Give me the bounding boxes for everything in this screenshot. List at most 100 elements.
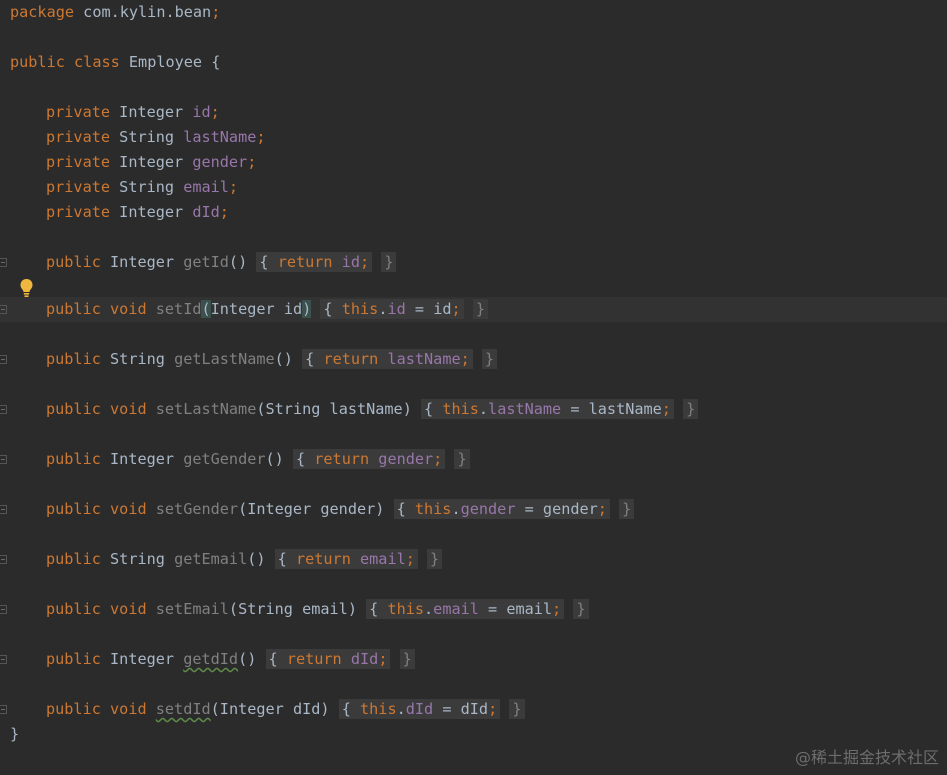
fold-marker-icon[interactable] xyxy=(0,505,7,514)
code-line-package[interactable]: package com.kylin.bean; xyxy=(0,0,947,25)
code-line-method-setlastname[interactable]: public void setLastName(String lastName)… xyxy=(0,397,947,422)
code-line-method-setdid[interactable]: public void setdId(Integer dId) { this.d… xyxy=(0,697,947,722)
folded-body[interactable]: { return email; xyxy=(274,549,418,569)
param-type: Integer xyxy=(210,300,275,318)
semicolon: ; xyxy=(433,450,443,468)
folded-body[interactable]: { this.lastName = lastName; xyxy=(421,399,674,419)
code-line-method-getid[interactable]: public Integer getId() { return id; } xyxy=(0,250,947,275)
class-name: Employee xyxy=(128,53,203,71)
folded-body[interactable]: { this.dId = dId; xyxy=(338,699,501,719)
method-params: () xyxy=(238,650,257,668)
method-modifier: public xyxy=(46,550,101,568)
semicolon: ; xyxy=(405,550,415,568)
body-field: dId xyxy=(350,650,379,668)
method-modifier: public xyxy=(46,450,101,468)
field-type: Integer xyxy=(119,103,184,121)
fold-marker-icon[interactable] xyxy=(0,355,7,364)
semicolon: ; xyxy=(451,300,461,318)
fold-marker-icon[interactable] xyxy=(0,405,7,414)
assign-value: dId xyxy=(460,700,489,718)
semicolon: ; xyxy=(211,3,221,21)
folded-body[interactable]: { this.id = id; xyxy=(320,299,464,319)
open-brace: { xyxy=(424,400,434,418)
param-type: String xyxy=(238,600,293,618)
code-line-field[interactable]: private String lastName; xyxy=(0,125,947,150)
fold-marker-icon[interactable] xyxy=(0,455,7,464)
body-field: id xyxy=(387,300,406,318)
this-keyword: this xyxy=(341,300,379,318)
folded-body[interactable]: { return lastName; xyxy=(302,349,473,369)
close-brace: } xyxy=(381,252,397,272)
code-line-method-getdid[interactable]: public Integer getdId() { return dId; } xyxy=(0,647,947,672)
method-name: getId xyxy=(183,253,229,271)
field-type: String xyxy=(119,128,175,146)
code-line-method-setemail[interactable]: public void setEmail(String email) { thi… xyxy=(0,597,947,622)
open-brace: { xyxy=(369,600,379,618)
folded-body[interactable]: { this.email = email; xyxy=(366,599,565,619)
code-line-method-getemail[interactable]: public String getEmail() { return email;… xyxy=(0,547,947,572)
method-name: setEmail xyxy=(155,600,229,618)
field-modifier: private xyxy=(46,153,111,171)
param-type: Integer xyxy=(219,700,284,718)
return-keyword: return xyxy=(286,650,342,668)
code-line-field[interactable]: private Integer gender; xyxy=(0,150,947,175)
fold-marker-icon[interactable] xyxy=(0,605,7,614)
code-line-method-setgender[interactable]: public void setGender(Integer gender) { … xyxy=(0,497,947,522)
code-line-field[interactable]: private String email; xyxy=(0,175,947,200)
method-name: getGender xyxy=(183,450,266,468)
code-line-method-setid[interactable]: public void setId(Integer id) { this.id … xyxy=(0,297,947,322)
close-brace: } xyxy=(427,549,443,569)
field-name: dId xyxy=(192,203,220,221)
watermark: @稀土掘金技术社区 xyxy=(794,748,939,767)
return-keyword: return xyxy=(323,350,379,368)
open-brace: { xyxy=(268,650,278,668)
field-name: gender xyxy=(192,153,248,171)
fold-marker-icon[interactable] xyxy=(0,555,7,564)
lightbulb-icon[interactable] xyxy=(19,278,34,298)
code-line-field[interactable]: private Integer id; xyxy=(0,100,947,125)
code-line-method-getlastname[interactable]: public String getLastName() { return las… xyxy=(0,347,947,372)
method-modifier: public xyxy=(46,500,101,518)
method-name: setLastName xyxy=(155,400,257,418)
class-open-brace: { xyxy=(211,53,221,71)
class-close-brace: } xyxy=(10,725,20,743)
fold-marker-icon[interactable] xyxy=(0,258,7,267)
paren-close-highlight: ) xyxy=(302,300,312,318)
body-field: email xyxy=(360,550,406,568)
method-params: () xyxy=(247,550,266,568)
close-brace: } xyxy=(509,699,525,719)
code-line-method-getgender[interactable]: public Integer getGender() { return gend… xyxy=(0,447,947,472)
return-keyword: return xyxy=(314,450,370,468)
method-modifier: public xyxy=(46,600,101,618)
param-name: dId xyxy=(292,700,321,718)
fold-marker-icon[interactable] xyxy=(0,305,7,314)
folded-body[interactable]: { this.gender = gender; xyxy=(393,499,610,519)
body-field: gender xyxy=(378,450,434,468)
folded-body[interactable]: { return dId; xyxy=(265,649,391,669)
open-brace: { xyxy=(323,300,333,318)
folded-body[interactable]: { return gender; xyxy=(292,449,446,469)
close-brace: } xyxy=(683,399,699,419)
method-return-type: void xyxy=(110,700,147,718)
param-name: id xyxy=(283,300,303,318)
field-type: Integer xyxy=(119,153,184,171)
assign-value: gender xyxy=(542,500,598,518)
code-line-class-declaration[interactable]: public class Employee { xyxy=(0,50,947,75)
code-editor[interactable]: package com.kylin.bean; public class Emp… xyxy=(0,0,947,775)
semicolon: ; xyxy=(360,253,370,271)
close-brace: } xyxy=(472,299,488,319)
method-name: getEmail xyxy=(174,550,248,568)
close-brace: } xyxy=(481,349,498,369)
this-keyword: this xyxy=(414,500,452,518)
folded-body[interactable]: { return id; xyxy=(256,252,373,272)
fold-marker-icon[interactable] xyxy=(0,705,7,714)
open-brace: { xyxy=(295,450,306,468)
open-brace: { xyxy=(305,350,315,368)
semicolon: ; xyxy=(460,350,470,368)
code-line-field[interactable]: private Integer dId; xyxy=(0,200,947,225)
fold-marker-icon[interactable] xyxy=(0,655,7,664)
open-brace: { xyxy=(341,700,351,718)
method-return-type: Integer xyxy=(110,650,175,668)
paren-open-highlight: ( xyxy=(201,300,211,318)
class-keyword: class xyxy=(74,53,120,71)
